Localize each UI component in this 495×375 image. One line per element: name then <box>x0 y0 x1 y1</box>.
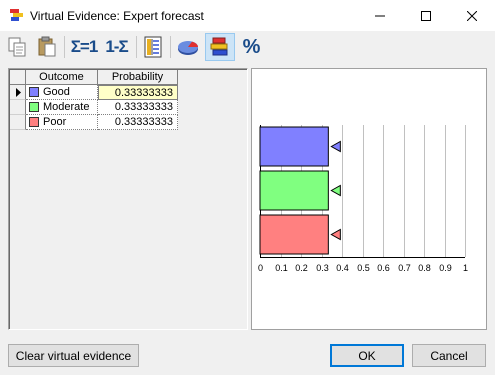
copy-button[interactable] <box>4 33 30 61</box>
clear-virtual-evidence-button[interactable]: Clear virtual evidence <box>8 344 139 367</box>
column-header-outcome: Outcome <box>26 70 98 85</box>
row-pointer-icon <box>16 88 21 97</box>
paste-button[interactable] <box>33 33 61 61</box>
table-icon <box>144 36 162 58</box>
row-selector-moderate[interactable] <box>10 100 26 115</box>
bar-poor <box>259 214 329 255</box>
normalize-icon: Σ=1 <box>70 37 99 56</box>
bar-handle-poor[interactable] <box>330 228 341 241</box>
x-tick-label: 0.8 <box>418 263 431 273</box>
toolbar: Σ=1 1-Σ % <box>0 31 495 64</box>
x-tick-label: 0 <box>258 263 263 273</box>
bar-good <box>259 126 329 167</box>
minimize-icon <box>375 15 385 16</box>
probability-cell-poor[interactable]: 0.33333333 <box>98 115 178 130</box>
title-bar: Virtual Evidence: Expert forecast <box>0 0 495 31</box>
color-swatch-poor <box>29 117 39 127</box>
probability-bar-chart: 0 0.1 0.2 0.3 0.4 0.5 0.6 0.7 0.8 0.9 1 <box>258 125 468 273</box>
complement-icon: 1-Σ <box>105 37 128 56</box>
toolbar-separator <box>136 36 137 58</box>
table-corner <box>10 70 26 85</box>
bar-chart-icon <box>210 37 228 56</box>
maximize-button[interactable] <box>403 0 449 31</box>
copy-icon <box>8 37 26 57</box>
color-swatch-moderate <box>29 102 39 112</box>
x-tick-label: 0.3 <box>316 263 329 273</box>
table-view-button[interactable] <box>140 33 166 61</box>
app-icon <box>10 9 23 21</box>
x-tick-label: 0.5 <box>357 263 370 273</box>
bar-handle-moderate[interactable] <box>330 184 341 197</box>
x-tick-label: 0.7 <box>398 263 411 273</box>
x-tick-label: 1 <box>463 263 468 273</box>
percent-button[interactable]: % <box>237 33 265 61</box>
close-icon <box>467 10 477 21</box>
window-title: Virtual Evidence: Expert forecast <box>30 9 204 23</box>
outcome-name-moderate: Moderate <box>43 101 90 113</box>
table-row-moderate[interactable]: Moderate <box>26 100 98 115</box>
x-tick-label: 0.2 <box>295 263 308 273</box>
row-selector-poor[interactable] <box>10 115 26 130</box>
x-tick-label: 0.1 <box>275 263 288 273</box>
bar-chart-button[interactable] <box>205 33 235 61</box>
complement-button[interactable]: 1-Σ <box>101 33 132 61</box>
outcome-name-poor: Poor <box>43 116 67 128</box>
bar-handle-good[interactable] <box>330 140 341 153</box>
x-tick-label: 0.9 <box>439 263 452 273</box>
table-row-poor[interactable]: Poor <box>26 115 98 130</box>
ok-button[interactable]: OK <box>330 344 404 367</box>
pie-chart-icon <box>178 41 198 55</box>
column-header-probability: Probability <box>98 70 178 85</box>
probability-cell-moderate[interactable]: 0.33333333 <box>98 100 178 115</box>
toolbar-separator <box>64 36 65 58</box>
normalize-button[interactable]: Σ=1 <box>68 33 100 61</box>
toolbar-separator <box>170 36 171 58</box>
paste-icon <box>38 36 56 57</box>
maximize-icon <box>421 10 431 21</box>
cancel-button[interactable]: Cancel <box>412 344 486 367</box>
row-selector-good[interactable] <box>10 85 26 100</box>
pie-chart-button[interactable] <box>174 33 202 61</box>
probability-cell-good[interactable]: 0.33333333 <box>98 85 178 100</box>
bar-moderate <box>259 170 329 211</box>
percent-icon: % <box>242 35 261 58</box>
x-tick-label: 0.4 <box>336 263 349 273</box>
bar-chart-panel: 0 0.1 0.2 0.3 0.4 0.5 0.6 0.7 0.8 0.9 1 <box>251 68 487 330</box>
close-button[interactable] <box>449 0 495 31</box>
minimize-button[interactable] <box>357 0 403 31</box>
table-row-good[interactable]: Good <box>26 85 98 100</box>
x-tick-label: 0.6 <box>377 263 390 273</box>
outcome-name-good: Good <box>43 86 70 98</box>
color-swatch-good <box>29 87 39 97</box>
